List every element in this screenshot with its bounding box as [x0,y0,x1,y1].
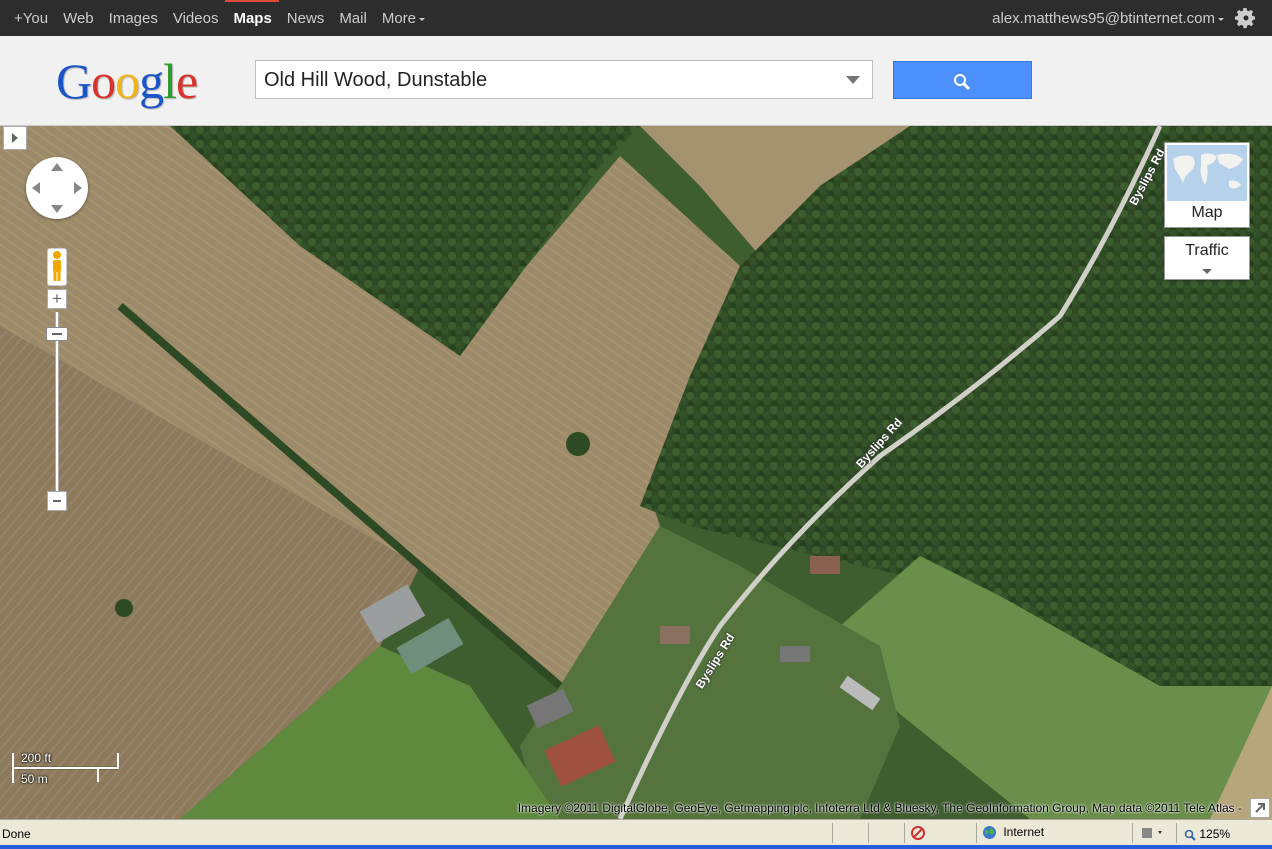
panel-toggle-button[interactable] [3,126,27,150]
scale-meters: 50 m [21,772,48,786]
status-divider [868,823,869,843]
overview-toggle-icon[interactable] [1250,798,1270,818]
gear-icon[interactable] [1234,6,1258,30]
nav-mail[interactable]: Mail [331,0,374,36]
google-bar: +You Web Images Videos Maps News Mail Mo… [0,0,1272,36]
status-divider [904,823,905,843]
search-input[interactable] [264,68,824,92]
scale-bar: 200 ft 50 m [11,751,121,786]
map-copyright: Imagery ©2011 DigitalGlobe, GeoEye, Getm… [517,801,1242,815]
chevron-down-icon [1202,269,1212,274]
status-bar: Done Internet 125% [0,819,1272,845]
magnifier-icon [1184,829,1196,841]
search-box [255,60,873,99]
traffic-button[interactable]: Traffic [1164,236,1250,280]
map-canvas[interactable]: Byslips Rd Byslips Rd Byslips Rd + Map T… [0,126,1272,819]
traffic-label: Traffic [1185,242,1229,259]
scale-tick [12,753,14,783]
map-type-label: Map [1191,204,1223,221]
nav-more-label: More [381,10,417,27]
logo-letter: e [176,53,198,109]
status-text: Done [2,827,31,841]
pan-up-icon[interactable] [51,163,63,171]
search-icon [954,74,971,91]
logo-letter: G [56,53,92,109]
account-menu[interactable]: alex.matthews95@btinternet.com [992,10,1224,27]
account-email: alex.matthews95@btinternet.com [992,10,1215,27]
protected-mode-icon[interactable] [1140,826,1166,840]
zoom-in-button[interactable]: + [47,289,67,309]
nav-images[interactable]: Images [101,0,165,36]
pan-down-icon[interactable] [51,205,63,213]
logo-letter: l [163,53,177,109]
expand-arrow-icon [1255,803,1265,813]
logo-letter: g [139,53,164,109]
world-map-icon [1167,145,1247,201]
status-divider [1132,823,1133,843]
scale-tick [97,767,99,782]
google-logo[interactable]: Google [56,52,198,110]
status-divider [1176,823,1177,843]
status-divider [976,823,977,843]
scale-feet: 200 ft [21,751,52,765]
zoom-slider-thumb[interactable] [46,327,68,341]
popup-blocker-icon[interactable] [910,825,926,841]
chevron-down-icon [419,17,426,21]
header: Google [0,36,1272,126]
scale-line [12,767,119,769]
chevron-down-icon [1218,17,1224,21]
security-zone-label: Internet [1003,825,1045,839]
logo-letter: o [91,53,116,109]
status-divider [832,823,833,843]
satellite-imagery [0,126,1272,819]
gbar-nav: +You Web Images Videos Maps News Mail Mo… [6,0,432,36]
logo-letters: Google [56,53,198,109]
taskbar [0,845,1272,849]
pegman-icon[interactable] [47,248,67,286]
logo-letter: o [115,53,140,109]
pan-right-icon[interactable] [74,182,82,194]
zoom-level-value: 125% [1199,827,1231,841]
nav-videos[interactable]: Videos [165,0,226,36]
map-type-button[interactable]: Map [1164,142,1250,228]
globe-icon [983,826,996,840]
search-dropdown-icon[interactable] [846,76,860,84]
search-button[interactable] [893,61,1032,99]
nav-news[interactable]: News [279,0,332,36]
nav-web[interactable]: Web [55,0,101,36]
pan-control[interactable] [26,157,88,219]
nav-you[interactable]: +You [6,0,55,36]
pegman-figure [53,251,61,281]
nav-more[interactable]: More [374,0,432,36]
nav-maps[interactable]: Maps [225,0,279,36]
scale-tick [117,753,119,768]
pan-left-icon[interactable] [32,182,40,194]
zoom-out-button[interactable] [47,491,67,511]
zoom-level[interactable]: 125% [1184,827,1230,841]
security-zone[interactable]: Internet [982,825,1044,840]
